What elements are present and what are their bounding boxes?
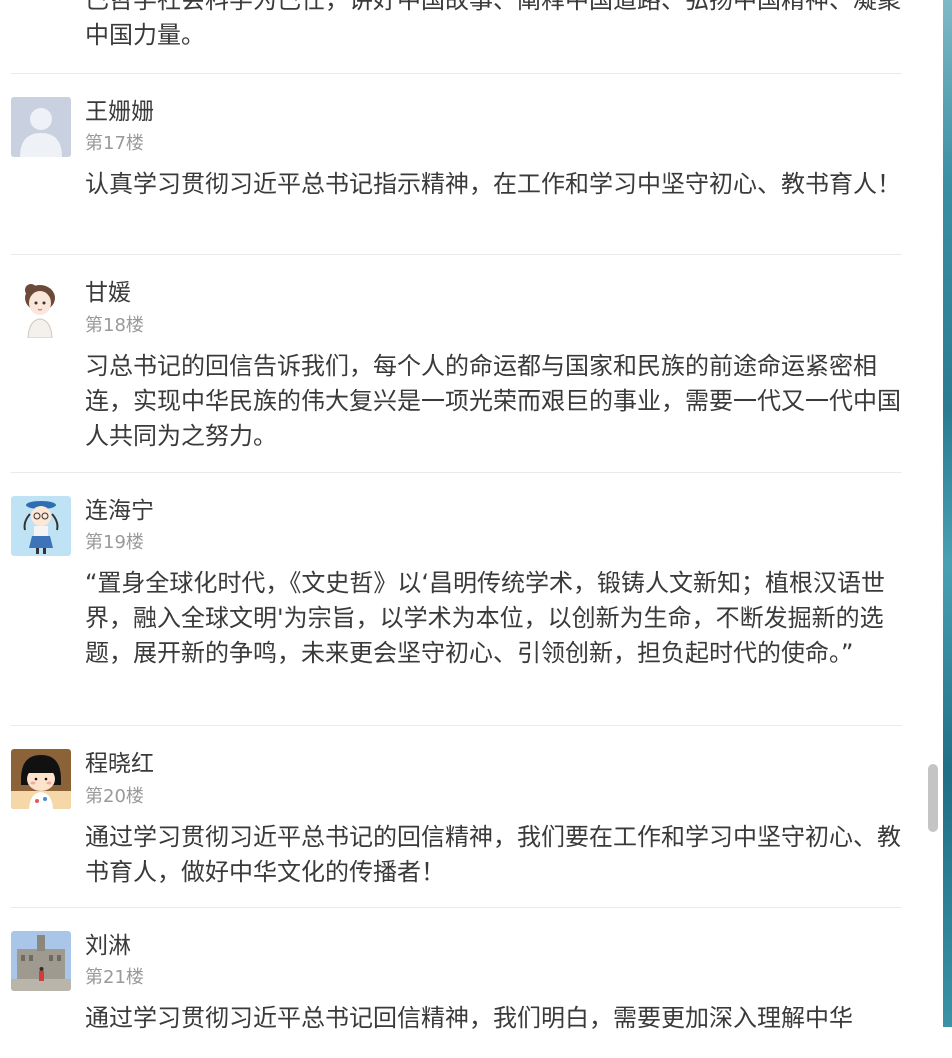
comment-text: 认真学习贯彻习近平总书记指示精神，在工作和学习中坚守初心、教书育人！ <box>85 170 901 198</box>
user-name[interactable]: 程晓红 <box>85 749 154 779</box>
user-name[interactable]: 刘淋 <box>85 931 131 961</box>
comment-item: 已哲学社会科学为己任，讲好中国故事、阐释中国道路、弘扬中国精神、凝聚中国力量。 <box>11 0 902 74</box>
floor-number: 第18楼 <box>85 315 144 336</box>
floor-number: 第21楼 <box>85 967 144 988</box>
comment-item: 连海宁 第19楼 “置身全球化时代，《文史哲》以‘昌明传统学术，锻铸人文新知；植… <box>11 473 902 726</box>
comment-item: 王姗姗 第17楼 认真学习贯彻习近平总书记指示精神，在工作和学习中坚守初心、教书… <box>11 74 902 255</box>
comment-feed: 已哲学社会科学为己任，讲好中国故事、阐释中国道路、弘扬中国精神、凝聚中国力量。 … <box>0 0 925 1058</box>
scrollbar-thumb[interactable] <box>928 764 938 832</box>
comment-item: 刘淋 第21楼 通过学习贯彻习近平总书记回信精神，我们明白，需要更加深入理解中华 <box>11 908 902 1058</box>
default-user-avatar[interactable] <box>11 97 71 157</box>
cartoon-braids-girl-avatar[interactable] <box>11 496 71 556</box>
cartoon-girl-avatar[interactable] <box>11 278 71 338</box>
comment-item: 程晓红 第20楼 通过学习贯彻习近平总书记的回信精神，我们要在工作和学习中坚守初… <box>11 726 902 908</box>
user-name[interactable]: 连海宁 <box>85 496 154 526</box>
floor-number: 第19楼 <box>85 532 144 553</box>
floor-number: 第20楼 <box>85 786 144 807</box>
user-name[interactable]: 王姗姗 <box>85 97 154 127</box>
photo-building-avatar[interactable] <box>11 931 71 991</box>
comment-text: “置身全球化时代，《文史哲》以‘昌明传统学术，锻铸人文新知；植根汉语世界，融入全… <box>85 569 886 667</box>
comment-text: 通过学习贯彻习近平总书记回信精神，我们明白，需要更加深入理解中华 <box>85 1004 853 1032</box>
maruko-avatar[interactable] <box>11 749 71 809</box>
user-name[interactable]: 甘媛 <box>85 278 131 308</box>
comment-text: 通过学习贯彻习近平总书记的回信精神，我们要在工作和学习中坚守初心、教书育人，做好… <box>85 823 901 886</box>
comment-text: 已哲学社会科学为己任，讲好中国故事、阐释中国道路、弘扬中国精神、凝聚中国力量。 <box>85 0 901 49</box>
background-image-edge <box>943 0 952 1027</box>
scrollbar-track[interactable] <box>925 0 943 1027</box>
comment-item: 甘媛 第18楼 习总书记的回信告诉我们，每个人的命运都与国家和民族的前途命运紧密… <box>11 255 902 473</box>
comment-text: 习总书记的回信告诉我们，每个人的命运都与国家和民族的前途命运紧密相连，实现中华民… <box>85 352 901 450</box>
floor-number: 第17楼 <box>85 133 144 154</box>
